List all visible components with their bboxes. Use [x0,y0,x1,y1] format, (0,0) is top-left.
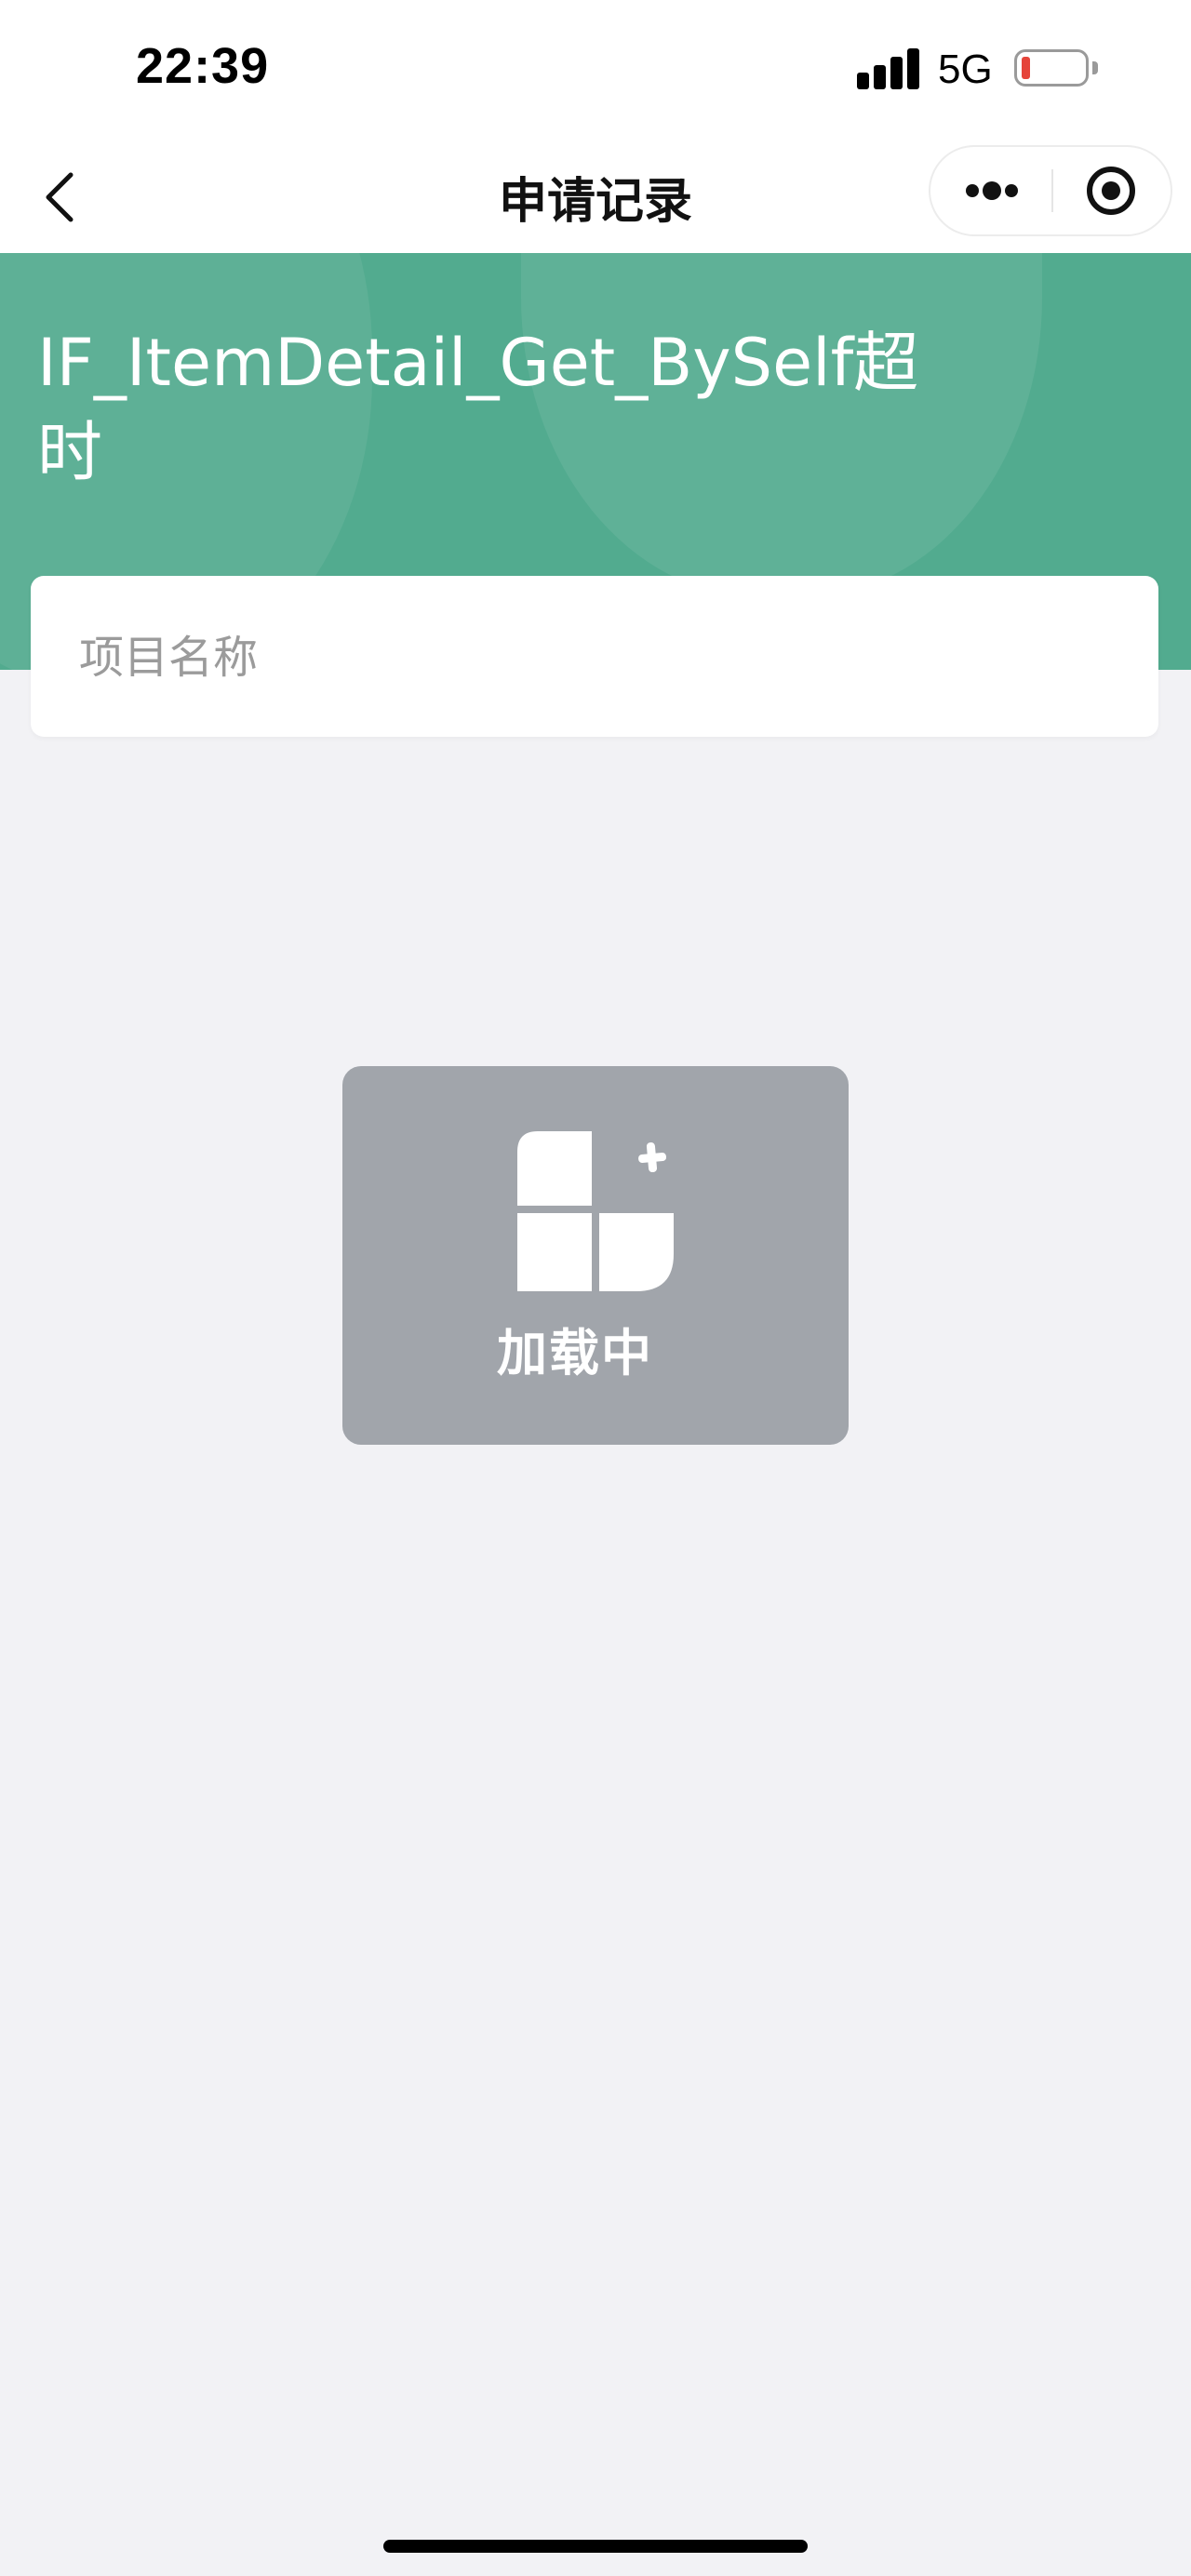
battery-tip [1092,61,1098,74]
home-indicator[interactable] [383,2540,808,2553]
status-bar: 22:39 5G [0,0,1191,140]
banner-title: IF_ItemDetail_Get_BySelf超时 [37,325,919,490]
battery-low-icon [1014,49,1089,87]
signal-icon [857,48,920,89]
mini-program-capsule [929,145,1172,236]
loading-blocks-icon [517,1131,674,1291]
loading-toast: 加载中 [342,1066,849,1445]
network-label: 5G [938,47,993,92]
more-button[interactable] [930,147,1051,234]
battery-level [1022,57,1030,79]
loading-text: 加载中 [497,1324,653,1382]
more-dots-icon [966,181,1018,200]
nav-bar: 申请记录 [0,140,1191,253]
search-card [31,576,1158,739]
status-time: 22:39 [136,38,270,94]
close-target-icon [1087,167,1135,215]
close-button[interactable] [1053,147,1171,234]
project-name-input[interactable] [77,576,1132,739]
